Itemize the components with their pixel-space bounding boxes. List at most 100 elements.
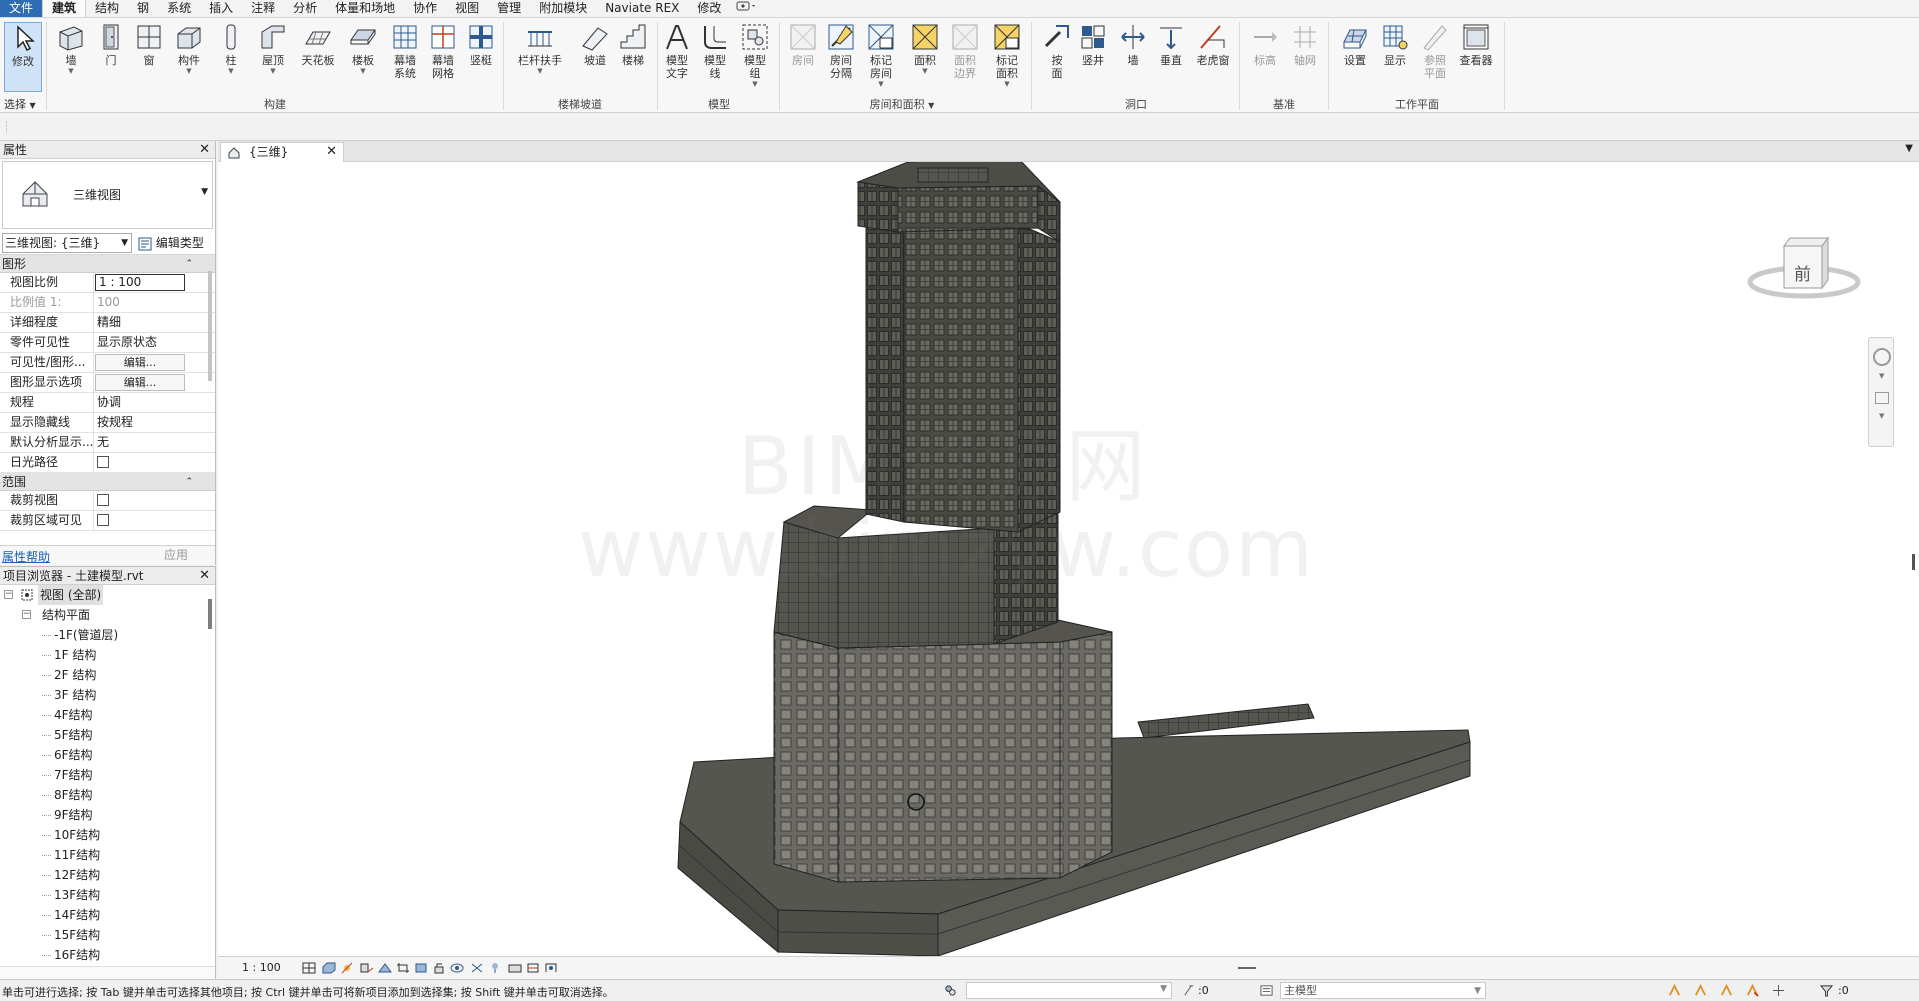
room-button[interactable]: 房间 [782, 22, 824, 94]
tab-modify[interactable]: 修改 [688, 0, 730, 17]
tree-node-plan[interactable]: -1F(管道层) [0, 625, 215, 645]
property-value[interactable]: 编辑... [94, 373, 188, 392]
dormer-opening-button[interactable]: 老虎窗 [1190, 22, 1236, 94]
property-value[interactable]: 1 : 100 [94, 273, 188, 292]
show-constraints-icon[interactable] [526, 962, 540, 974]
set-workplane-button[interactable]: 设置 [1334, 22, 1376, 94]
tab-annotate[interactable]: 注释 [242, 0, 284, 17]
tree-node-plan[interactable]: 7F结构 [0, 765, 215, 785]
tag-area-button[interactable]: 标记 面积 ▼ [986, 22, 1028, 94]
tab-steel[interactable]: 钢 [128, 0, 158, 17]
wall-button[interactable]: 墙 ▼ [50, 22, 92, 94]
room-separator-button[interactable]: 房间 分隔 [820, 22, 862, 94]
stair-button[interactable]: 楼梯 [612, 22, 654, 94]
tab-massing-site[interactable]: 体量和场地 [326, 0, 404, 17]
shaft-button[interactable]: 竖井 [1072, 22, 1114, 94]
model-group-button[interactable]: 模型 组 ▼ [734, 22, 776, 94]
property-value[interactable]: 精细 [94, 313, 188, 332]
modify-button[interactable]: 修改 [4, 22, 42, 92]
view-scale[interactable]: 1 : 100 [242, 961, 281, 974]
close-icon[interactable]: ✕ [199, 567, 210, 585]
properties-help-link[interactable]: 属性帮助 [2, 548, 50, 565]
canvas-scrollbar[interactable] [1912, 554, 1915, 570]
browser-scrollbar[interactable] [208, 599, 212, 629]
vertical-opening-button[interactable]: 垂直 [1150, 22, 1192, 94]
tab-analyze[interactable]: 分析 [284, 0, 326, 17]
property-checkbox[interactable] [97, 455, 109, 468]
tab-manage[interactable]: 管理 [488, 0, 530, 17]
collapse-toggle-icon[interactable]: − [4, 590, 13, 599]
component-button[interactable]: 构件 ▼ [168, 22, 210, 94]
filter-icon[interactable] [1820, 984, 1833, 997]
worksharing-icon[interactable] [508, 962, 522, 974]
tab-3d-view[interactable]: {三维} ✕ [220, 142, 344, 162]
model-text-button[interactable]: 模型 文字 [656, 22, 698, 94]
design-options-icon[interactable] [1260, 984, 1273, 997]
tab-architecture[interactable]: 建筑 [42, 0, 87, 17]
column-button[interactable]: 柱 ▼ [210, 22, 252, 94]
grid-button[interactable]: 轴网 [1284, 22, 1326, 94]
wall-opening-button[interactable]: 墙 [1112, 22, 1154, 94]
3d-view-canvas[interactable]: BIM资源网 www.bimzyw.com 前 ▼ ▼ [218, 162, 1919, 956]
property-value[interactable]: 无 [94, 433, 188, 452]
ceiling-button[interactable]: 天花板 [296, 22, 340, 94]
unlock-view-icon[interactable] [432, 962, 446, 974]
tab-view[interactable]: 视图 [446, 0, 488, 17]
property-value[interactable] [94, 491, 188, 510]
property-checkbox[interactable] [97, 493, 109, 506]
tree-node-plan[interactable]: 1F 结构 [0, 645, 215, 665]
tab-structure[interactable]: 结构 [86, 0, 128, 17]
sun-path-icon[interactable] [340, 962, 354, 974]
curtain-grid-button[interactable]: 幕墙 网格 [422, 22, 464, 94]
shadows-icon[interactable] [360, 962, 374, 974]
tab-systems[interactable]: 系统 [158, 0, 200, 17]
show-crop-icon[interactable] [414, 962, 428, 974]
property-value[interactable]: 按规程 [94, 413, 188, 432]
tree-node-plan[interactable]: 8F结构 [0, 785, 215, 805]
tree-node-plan[interactable]: 3F 结构 [0, 685, 215, 705]
floor-button[interactable]: 楼板 ▼ [342, 22, 384, 94]
tree-node-plan[interactable]: 16F结构 [0, 945, 215, 965]
tree-node-plan[interactable]: 4F结构 [0, 705, 215, 725]
tree-node-plan[interactable]: 9F结构 [0, 805, 215, 825]
temporary-hide-icon[interactable] [450, 962, 464, 974]
tree-node-plan[interactable]: 2F 结构 [0, 665, 215, 685]
tree-node-plan[interactable]: 10F结构 [0, 825, 215, 845]
window-button[interactable]: 窗 [128, 22, 170, 94]
ref-plane-button[interactable]: 参照 平面 [1414, 22, 1456, 94]
property-value[interactable] [94, 453, 188, 472]
tree-node-plan[interactable]: 15F结构 [0, 925, 215, 945]
drag-elements-icon[interactable] [1772, 984, 1785, 997]
zoom-icon[interactable] [1875, 392, 1889, 404]
select-pinned-icon[interactable] [1720, 984, 1733, 997]
chevron-down-icon[interactable]: ▼ [1879, 372, 1884, 380]
edit-type-button[interactable]: 编辑类型 [138, 234, 204, 251]
model-line-button[interactable]: 模型 线 [694, 22, 736, 94]
curtain-system-button[interactable]: 幕墙 系统 [384, 22, 426, 94]
tree-node-plan[interactable]: 6F结构 [0, 745, 215, 765]
ribbon-options-dropdown[interactable] [730, 0, 764, 17]
browser-hscrollbar[interactable] [0, 966, 215, 980]
property-value[interactable]: 显示原状态 [94, 333, 188, 352]
area-button[interactable]: 面积 ▼ [904, 22, 946, 94]
group-extents[interactable]: 范围 ⌃ [0, 473, 215, 491]
property-checkbox[interactable] [97, 513, 109, 526]
tree-node-plan[interactable]: 13F结构 [0, 885, 215, 905]
select-dropdown[interactable]: 选择 ▼ [4, 96, 36, 112]
reveal-hidden-icon[interactable] [470, 962, 484, 974]
property-value[interactable] [94, 511, 188, 530]
tabs-dropdown-icon[interactable]: ▼ [1905, 143, 1913, 154]
tree-node-plan[interactable]: 12F结构 [0, 865, 215, 885]
select-by-face-icon[interactable] [1746, 984, 1759, 997]
property-value[interactable]: 编辑... [94, 353, 188, 372]
filter-selection-icon[interactable] [1182, 984, 1195, 997]
group-graphics[interactable]: 图形 ⌃ [0, 255, 215, 273]
detail-level-icon[interactable] [302, 962, 316, 974]
edit-button[interactable]: 编辑... [95, 354, 185, 371]
tab-insert[interactable]: 插入 [200, 0, 242, 17]
worksets-icon[interactable] [944, 984, 957, 997]
tab-file[interactable]: 文件 [0, 0, 43, 17]
viewcube[interactable]: 前 [1738, 222, 1868, 312]
tree-node-structural-plans[interactable]: − 结构平面 [0, 605, 215, 625]
tab-collaborate[interactable]: 协作 [404, 0, 446, 17]
